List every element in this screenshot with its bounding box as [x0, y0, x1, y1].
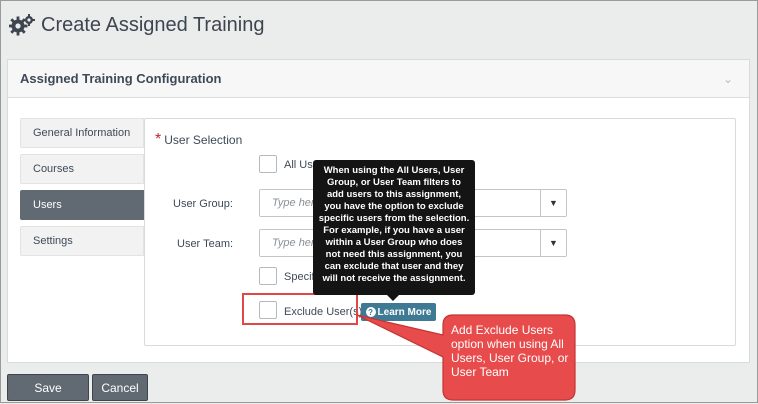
callout-text: Add Exclude Users option when using All … [451, 323, 569, 379]
annotation-callout [356, 314, 576, 401]
